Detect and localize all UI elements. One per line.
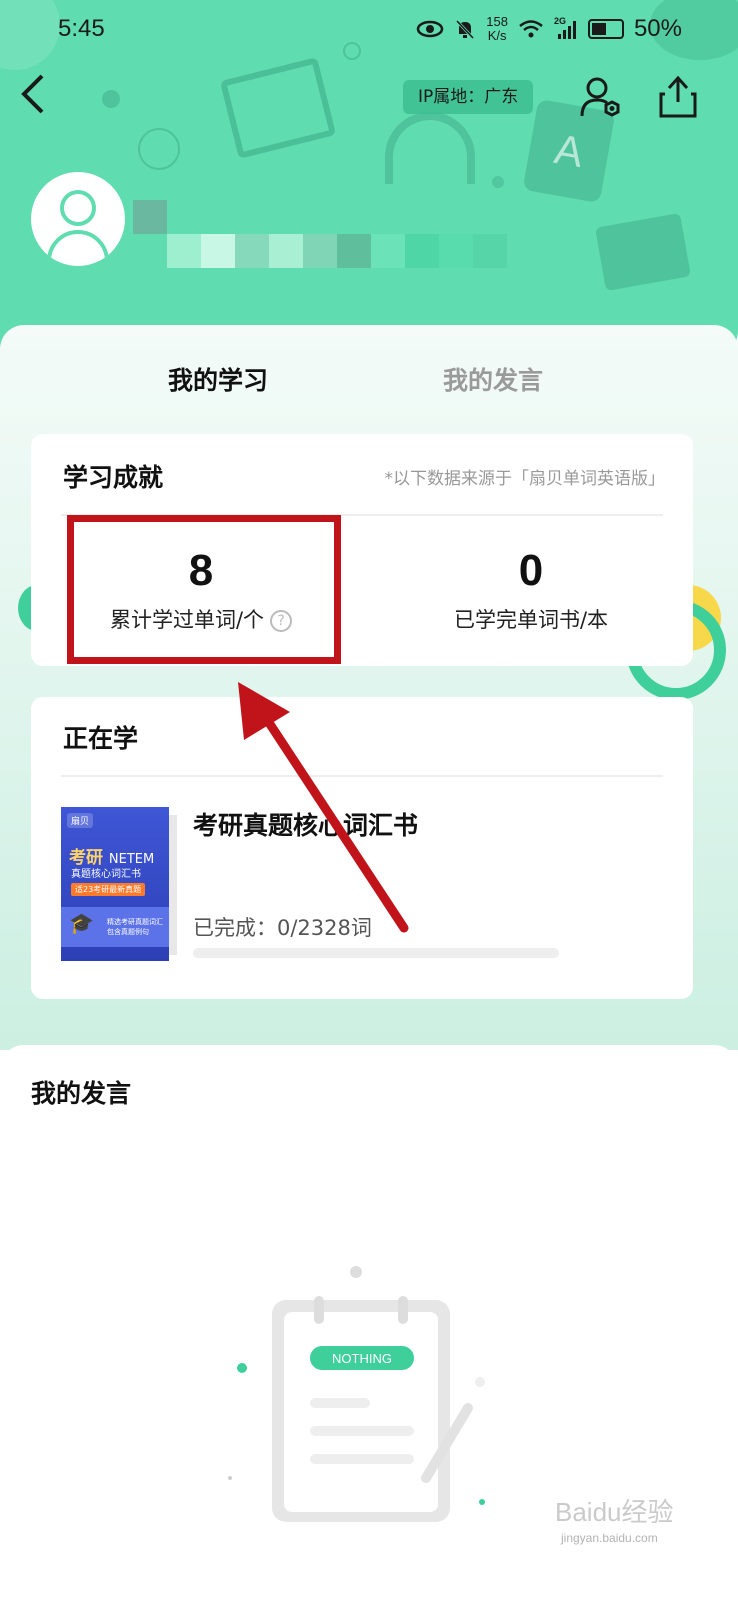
battery-icon: [587, 19, 624, 39]
network-speed-value: 158: [486, 14, 508, 29]
highlight-annotation-box: [67, 515, 341, 664]
mute-bell-icon: [456, 19, 475, 40]
network-speed: 158 K/s: [486, 15, 508, 43]
book-cover[interactable]: 扇贝 考研 NETEM 真题核心词汇书 适23考研最新真题 🎓 精选考研真题词汇…: [61, 807, 169, 961]
empty-state-label: NOTHING: [332, 1351, 392, 1366]
headset-decoration: [385, 112, 475, 184]
books-finished-stat[interactable]: 0 已学完单词书/本: [411, 546, 651, 634]
books-finished-value: 0: [518, 546, 544, 595]
back-button[interactable]: [18, 72, 58, 122]
tab-label: 我的学习: [168, 366, 269, 395]
battery-percent: 50%: [633, 15, 682, 42]
avatar[interactable]: [31, 172, 125, 266]
my-speech-title: 我的发言: [31, 1079, 132, 1108]
book-cover-shadow: [169, 815, 177, 955]
tab-my-speech[interactable]: 我的发言: [443, 360, 543, 402]
network-speed-unit: K/s: [487, 28, 507, 43]
status-time: 5:45: [58, 15, 105, 42]
cover-subtitle: 真题核心词汇书: [71, 869, 141, 880]
signal-icon: [557, 21, 576, 39]
username-mosaic: [133, 198, 533, 270]
user-settings-icon: [580, 77, 620, 117]
avatar-body: [47, 230, 109, 266]
cover-brand: 扇贝: [67, 813, 94, 828]
achievements-title: 学习成就: [63, 463, 164, 492]
book-name[interactable]: 考研真题核心词汇书: [193, 806, 418, 842]
laptop-decoration: [595, 213, 691, 291]
decor-circle: [102, 90, 120, 108]
divider: [61, 775, 663, 777]
tab-label: 我的发言: [443, 366, 544, 395]
status-bar: 5:45 158 K/s 2G 50%: [0, 0, 738, 58]
decor-circle: [138, 128, 180, 170]
avatar-head: [60, 190, 96, 226]
cover-small-line2: 包含真题例句: [107, 928, 149, 936]
book-decoration: [219, 57, 337, 159]
tab-bar: 我的学习 我的发言: [0, 360, 738, 402]
tab-my-learning[interactable]: 我的学习: [152, 360, 269, 402]
watermark-main: Baidu经验: [555, 1497, 674, 1527]
cover-strip: 适23考研最新真题: [71, 883, 146, 896]
cover-small-line1: 精选考研真题词汇: [107, 918, 163, 926]
empty-state-illustration: [228, 1266, 485, 1522]
wifi-icon: [519, 20, 543, 38]
current-learning-title: 正在学: [63, 724, 139, 753]
cover-small-text: 精选考研真题词汇 包含真题例句: [107, 917, 163, 937]
book-progress-bar: [193, 948, 559, 958]
baidu-watermark: Baidu经验 jingyan.baidu.com: [555, 1492, 674, 1545]
share-icon: [659, 75, 697, 118]
ip-location-tag: IP属地：广东: [403, 80, 534, 114]
data-source-note: *以下数据来源于「扇贝单词英语版」: [384, 469, 666, 489]
book-progress-text: 已完成：0/2328词: [193, 916, 372, 940]
eye-icon: [417, 20, 444, 38]
share-button[interactable]: [655, 74, 701, 120]
graduation-cap-icon: 🎓: [69, 911, 94, 935]
user-settings-button[interactable]: [578, 74, 624, 120]
signal-indicator: 2G: [554, 16, 578, 40]
books-finished-label: 已学完单词书/本: [453, 608, 609, 632]
decor-circle: [492, 176, 504, 188]
back-arrow-icon: [21, 74, 44, 114]
status-icons: 158 K/s 2G 50%: [416, 15, 682, 43]
watermark-sub: jingyan.baidu.com: [561, 1531, 658, 1545]
